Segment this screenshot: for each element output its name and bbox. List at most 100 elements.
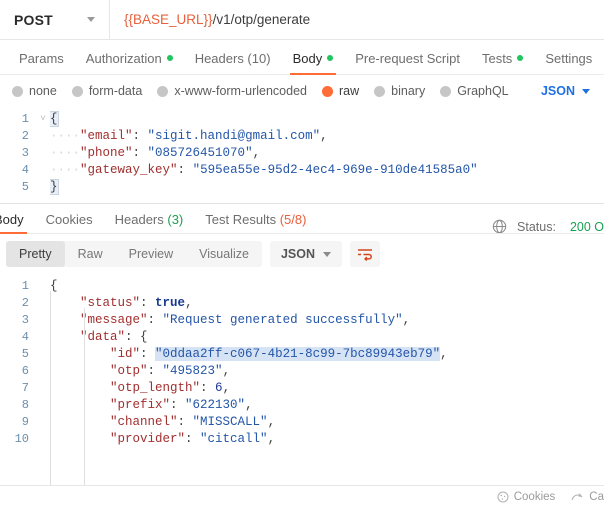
word-wrap-icon [358, 249, 372, 261]
chevron-down-icon [87, 17, 95, 22]
line-number: 5 [21, 180, 29, 194]
code-line: 5 "id": "0ddaa2ff-c067-4b21-8c99-7bc8994… [0, 346, 604, 363]
code-text: ····"gateway_key": "595ea55e-95d2-4ec4-9… [50, 163, 478, 177]
tab-tests[interactable]: Tests [471, 41, 534, 75]
response-tab-headers-label: Headers [114, 212, 164, 227]
capture-label: Ca [589, 491, 604, 503]
code-text: "otp": "495823", [110, 364, 231, 378]
status-code-value: 200 O [569, 219, 604, 234]
response-view-pretty-label: Pretty [19, 247, 52, 261]
response-format-selector[interactable]: JSON [269, 241, 342, 267]
cookie-icon [497, 491, 509, 503]
url-variable: {{BASE_URL}} [124, 12, 213, 27]
tab-params-label: Params [19, 50, 64, 66]
code-text: "id": "0ddaa2ff-c067-4b21-8c99-7bc89943e… [110, 347, 448, 361]
status-dot-icon [327, 55, 334, 61]
tab-params[interactable]: Params [8, 41, 75, 75]
body-type-binary[interactable]: binary [374, 84, 440, 98]
http-method-selector[interactable]: POST [0, 0, 110, 39]
response-view-raw[interactable]: Raw [65, 241, 116, 267]
code-line: 3 "message": "Request generated successf… [0, 312, 604, 329]
code-text: "data": { [80, 330, 148, 344]
word-wrap-toggle-button[interactable] [350, 241, 380, 267]
response-format-label: JSON [280, 247, 315, 261]
code-line: 4 "data": { [0, 329, 604, 346]
tab-body[interactable]: Body [282, 41, 345, 75]
response-status-area: Status: 200 O [492, 219, 604, 234]
request-body-editor[interactable]: 1 ˅ { 2 ····"email": "sigit.handi@gmail.… [0, 107, 604, 204]
body-type-form-data[interactable]: form-data [71, 84, 158, 98]
code-text: { [50, 279, 58, 293]
capture-icon [571, 493, 583, 501]
body-type-raw[interactable]: raw [322, 84, 374, 98]
response-view-preview[interactable]: Preview [116, 241, 186, 267]
code-line: 4 ····"gateway_key": "595ea55e-95d2-4ec4… [0, 162, 604, 179]
code-line: 1 { [0, 278, 604, 295]
response-view-visualize-label: Visualize [199, 247, 249, 261]
tab-body-label: Body [292, 50, 323, 66]
status-prefix-label: Status: [517, 219, 556, 234]
response-headers-count: (3) [167, 212, 184, 227]
line-number: 1 [21, 279, 29, 293]
response-tab-cookies[interactable]: Cookies [35, 205, 104, 234]
body-type-graphql-label: GraphQL [457, 84, 509, 98]
code-text: } [50, 179, 59, 195]
tab-pre-request-script[interactable]: Pre-request Script [344, 41, 471, 75]
body-type-row: none form-data x-www-form-urlencoded raw… [0, 75, 604, 107]
code-text: "provider": "citcall", [110, 432, 276, 446]
response-test-results-count: (5/8) [279, 212, 307, 227]
code-line: 8 "prefix": "622130", [0, 397, 604, 414]
body-format-selector[interactable]: JSON [541, 84, 594, 98]
response-body-editor[interactable]: 1 { 2 "status": true, 3 "message": "Requ… [0, 274, 604, 485]
tab-authorization-label: Authorization [85, 50, 162, 66]
code-line: 9 "channel": "MISSCALL", [0, 414, 604, 431]
response-tab-headers[interactable]: Headers (3) [104, 205, 195, 234]
indent-guide [84, 308, 85, 485]
response-tab-test-results-label: Test Results [205, 212, 277, 227]
code-line: 1 ˅ { [0, 111, 604, 128]
radio-icon [374, 85, 386, 97]
body-type-none-label: none [29, 84, 57, 98]
code-line: 2 ····"email": "sigit.handi@gmail.com", [0, 128, 604, 145]
url-input[interactable]: {{BASE_URL}}/v1/otp/generate [110, 0, 604, 39]
tab-authorization[interactable]: Authorization [75, 41, 184, 75]
line-number: 2 [21, 296, 29, 310]
code-text: { [50, 111, 59, 127]
response-tab-body[interactable]: Body [0, 205, 35, 234]
body-type-none[interactable]: none [12, 84, 72, 98]
status-dot-icon [517, 55, 524, 61]
tab-pre-request-script-label: Pre-request Script [355, 50, 460, 66]
status-dot-icon [166, 55, 173, 61]
line-number: 4 [21, 163, 29, 177]
globe-icon [492, 219, 507, 234]
cookies-label: Cookies [513, 491, 556, 503]
body-type-binary-label: binary [391, 84, 426, 98]
response-view-pretty[interactable]: Pretty [6, 241, 65, 267]
radio-icon [71, 85, 83, 97]
fold-chevron-icon[interactable]: ˅ [36, 111, 50, 128]
request-tab-bar: Params Authorization Headers (10) Body P… [0, 40, 604, 75]
body-type-urlencoded[interactable]: x-www-form-urlencoded [157, 84, 322, 98]
response-view-toolbar: Pretty Raw Preview Visualize JSON [0, 234, 604, 274]
chevron-down-icon [582, 88, 590, 94]
response-tab-test-results[interactable]: Test Results (5/8) [194, 205, 317, 234]
tab-settings[interactable]: Settings [534, 41, 603, 75]
capture-requests-button[interactable]: Ca [571, 491, 604, 503]
line-number: 1 [21, 112, 29, 126]
body-type-graphql[interactable]: GraphQL [440, 84, 523, 98]
http-method-label: POST [14, 11, 53, 28]
code-line: 10 "provider": "citcall", [0, 431, 604, 448]
code-line: 2 "status": true, [0, 295, 604, 312]
response-view-visualize[interactable]: Visualize [186, 241, 262, 267]
response-view-segmented-control: Pretty Raw Preview Visualize [6, 241, 262, 267]
tab-headers[interactable]: Headers (10) [184, 41, 282, 75]
url-path: /v1/otp/generate [212, 12, 311, 27]
response-view-raw-label: Raw [77, 247, 103, 261]
code-text: "otp_length": 6, [110, 381, 231, 395]
body-type-urlencoded-label: x-www-form-urlencoded [174, 84, 307, 98]
active-tab-underline [289, 73, 337, 75]
code-text: "status": true, [80, 296, 193, 310]
response-view-preview-label: Preview [128, 247, 174, 261]
cookies-button[interactable]: Cookies [497, 491, 556, 503]
line-number: 2 [21, 129, 29, 143]
